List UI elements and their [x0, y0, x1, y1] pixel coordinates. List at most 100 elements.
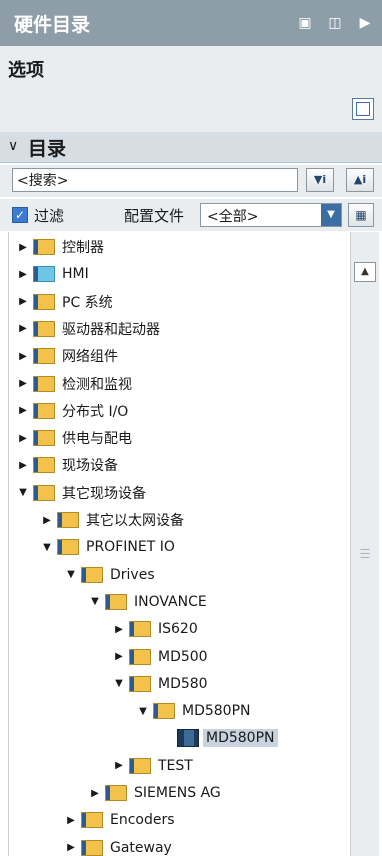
- expand-arrow-icon[interactable]: ▶: [17, 323, 29, 334]
- profile-select[interactable]: <全部> ▼: [200, 203, 342, 227]
- folder-icon: [57, 512, 79, 528]
- tree-item[interactable]: ▼ MD580PN: [137, 698, 254, 724]
- tree-item[interactable]: ▶ 检测和监视: [17, 371, 135, 397]
- tree-item-label: MD580PN: [203, 729, 278, 748]
- tree-item[interactable]: ▶ TEST: [113, 753, 196, 779]
- tree-item-label: IS620: [158, 621, 198, 638]
- device-icon: [177, 729, 199, 748]
- collapse-arrow-icon[interactable]: ▼: [17, 487, 29, 498]
- options-section-header[interactable]: 选项: [0, 46, 382, 91]
- folder-icon: [33, 320, 55, 337]
- folder-icon: [129, 675, 151, 692]
- folder-icon: [33, 402, 55, 419]
- tree-item[interactable]: ▶ PC 系统: [17, 289, 116, 315]
- tree-item[interactable]: MD580PN: [161, 725, 278, 751]
- folder-icon: [153, 703, 175, 720]
- folder-icon: [33, 239, 55, 255]
- expand-arrow-icon[interactable]: ▶: [113, 624, 125, 635]
- collapse-arrow-icon[interactable]: ▼: [65, 569, 77, 580]
- catalog-section-header[interactable]: ∨ 目录: [0, 132, 382, 163]
- catalog-tree: ▶ 控制器 ▶ HMI ▶ PC 系统 ▶ 驱动器和起动器 ▶ 网络组件 ▶ 检测和监视 ▶ 分布式 I/…: [8, 232, 351, 856]
- tree-item-label: Drives: [110, 566, 155, 583]
- expand-arrow-icon[interactable]: ▶: [17, 296, 29, 307]
- expand-arrow-icon[interactable]: ▶: [113, 651, 125, 662]
- tree-item[interactable]: ▶ 其它以太网设备: [41, 507, 187, 533]
- expand-arrow-icon[interactable]: ▶: [17, 460, 29, 471]
- folder-icon: [81, 566, 103, 583]
- collapse-arrow-icon[interactable]: ▼: [89, 596, 101, 607]
- scroll-up-icon[interactable]: ▲: [354, 262, 376, 282]
- search-row: ▼i ▲i: [0, 165, 382, 197]
- collapse-arrow-icon[interactable]: ▼: [137, 706, 149, 717]
- catalog-label: 目录: [28, 138, 67, 160]
- folder-icon: [81, 812, 103, 829]
- tree-item[interactable]: ▶ 现场设备: [17, 452, 121, 478]
- expand-arrow-icon[interactable]: ▶: [17, 242, 29, 253]
- view-toggle-icon[interactable]: [352, 98, 374, 120]
- collapse-arrow-icon[interactable]: ▼: [113, 678, 125, 689]
- tree-item[interactable]: ▶ SIEMENS AG: [89, 780, 224, 806]
- expand-arrow-icon[interactable]: ▶: [17, 351, 29, 362]
- folder-icon: [105, 593, 127, 610]
- options-label: 选项: [8, 60, 44, 81]
- folder-icon: [129, 757, 151, 774]
- tree-item[interactable]: ▶ HMI: [17, 261, 92, 287]
- tree-item[interactable]: ▼ MD580: [113, 671, 211, 697]
- expand-arrow-icon[interactable]: ▶: [65, 815, 77, 826]
- expand-arrow-icon[interactable]: ▶: [65, 842, 77, 853]
- folder-icon: [129, 621, 151, 638]
- tree-item-label: 控制器: [62, 240, 104, 256]
- filter-label: 过滤: [34, 207, 65, 225]
- folder-icon: [105, 785, 127, 801]
- tree-item-label: PROFINET IO: [86, 539, 175, 556]
- tree-item-label: 其它现场设备: [62, 485, 146, 502]
- folder-icon: [33, 430, 55, 447]
- search-down-icon[interactable]: ▼i: [306, 168, 334, 192]
- tree-item[interactable]: ▶ 控制器: [17, 234, 107, 260]
- expand-arrow-icon[interactable]: ▶: [17, 405, 29, 416]
- library-icon[interactable]: ▦: [348, 203, 374, 227]
- panel-title: 硬件目录: [14, 14, 91, 36]
- folder-icon: [129, 648, 151, 665]
- tree-item[interactable]: ▶ IS620: [113, 616, 201, 642]
- expand-arrow-icon[interactable]: ▶: [17, 269, 29, 280]
- tree-item-label: PC 系统: [62, 294, 113, 311]
- tree-item-label: 驱动器和起动器: [62, 321, 160, 338]
- collapse-panel-icon[interactable]: ▶: [356, 14, 374, 32]
- tree-item[interactable]: ▶ MD500: [113, 644, 211, 670]
- folder-icon: [33, 293, 55, 310]
- tree-item[interactable]: ▶ 分布式 I/O: [17, 398, 131, 424]
- tree-item[interactable]: ▶ Gateway: [65, 835, 175, 856]
- search-up-icon[interactable]: ▲i: [346, 168, 374, 192]
- chevron-down-icon[interactable]: ▼: [321, 204, 341, 226]
- tree-item[interactable]: ▶ 网络组件: [17, 343, 121, 369]
- folder-icon: [33, 457, 55, 474]
- expand-arrow-icon[interactable]: ▶: [17, 378, 29, 389]
- tree-item[interactable]: ▼ Drives: [65, 562, 158, 588]
- collapse-arrow-icon[interactable]: ▼: [41, 542, 53, 553]
- tree-item[interactable]: ▶ 供电与配电: [17, 425, 135, 451]
- tree-item[interactable]: ▶ Encoders: [65, 807, 178, 833]
- tree-item-label: Gateway: [110, 839, 172, 856]
- tree-item[interactable]: ▶ 驱动器和起动器: [17, 316, 163, 342]
- expand-arrow-icon[interactable]: ▶: [17, 433, 29, 444]
- options-toolbar: [0, 90, 382, 133]
- tree-item-label: 分布式 I/O: [62, 403, 129, 420]
- expand-arrow-icon[interactable]: ▶: [89, 788, 101, 799]
- tree-item-label: 检测和监视: [62, 376, 132, 393]
- float-window-icon[interactable]: ▣: [296, 14, 314, 32]
- layout-icon[interactable]: ◫: [326, 14, 344, 32]
- profile-label: 配置文件: [124, 207, 185, 225]
- expand-arrow-icon[interactable]: ▶: [113, 760, 125, 771]
- tree-item[interactable]: ▼ 其它现场设备: [17, 480, 149, 506]
- tree-item[interactable]: ▼ INOVANCE: [89, 589, 210, 615]
- scroll-grip-icon[interactable]: — — —: [357, 545, 373, 563]
- tree-scrollbar[interactable]: ▲ — — —: [350, 232, 379, 856]
- tree-item-label: 网络组件: [62, 349, 118, 366]
- folder-hmi-icon: [33, 266, 55, 283]
- filter-checkbox[interactable]: ✓: [12, 207, 28, 223]
- chevron-down-icon[interactable]: ∨: [8, 138, 18, 154]
- expand-arrow-icon[interactable]: ▶: [41, 515, 53, 526]
- tree-item[interactable]: ▼ PROFINET IO: [41, 534, 178, 560]
- search-input[interactable]: [12, 168, 298, 192]
